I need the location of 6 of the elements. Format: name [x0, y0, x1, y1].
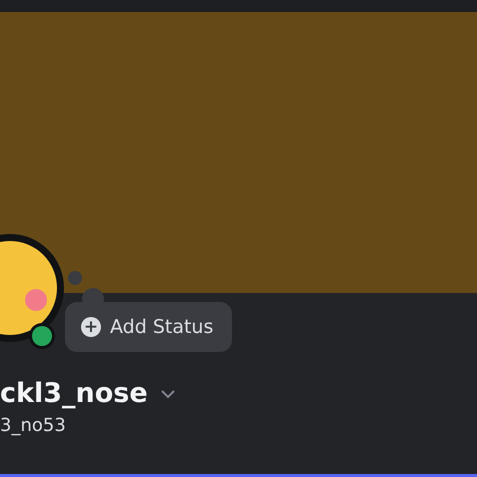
add-status-button[interactable]: + Add Status [65, 302, 232, 352]
chevron-down-icon[interactable] [160, 388, 176, 398]
display-name: ckl3_nose [0, 378, 148, 409]
username: 3_no53 [0, 415, 67, 436]
plus-icon: + [81, 317, 101, 337]
status-indicator [28, 322, 56, 350]
